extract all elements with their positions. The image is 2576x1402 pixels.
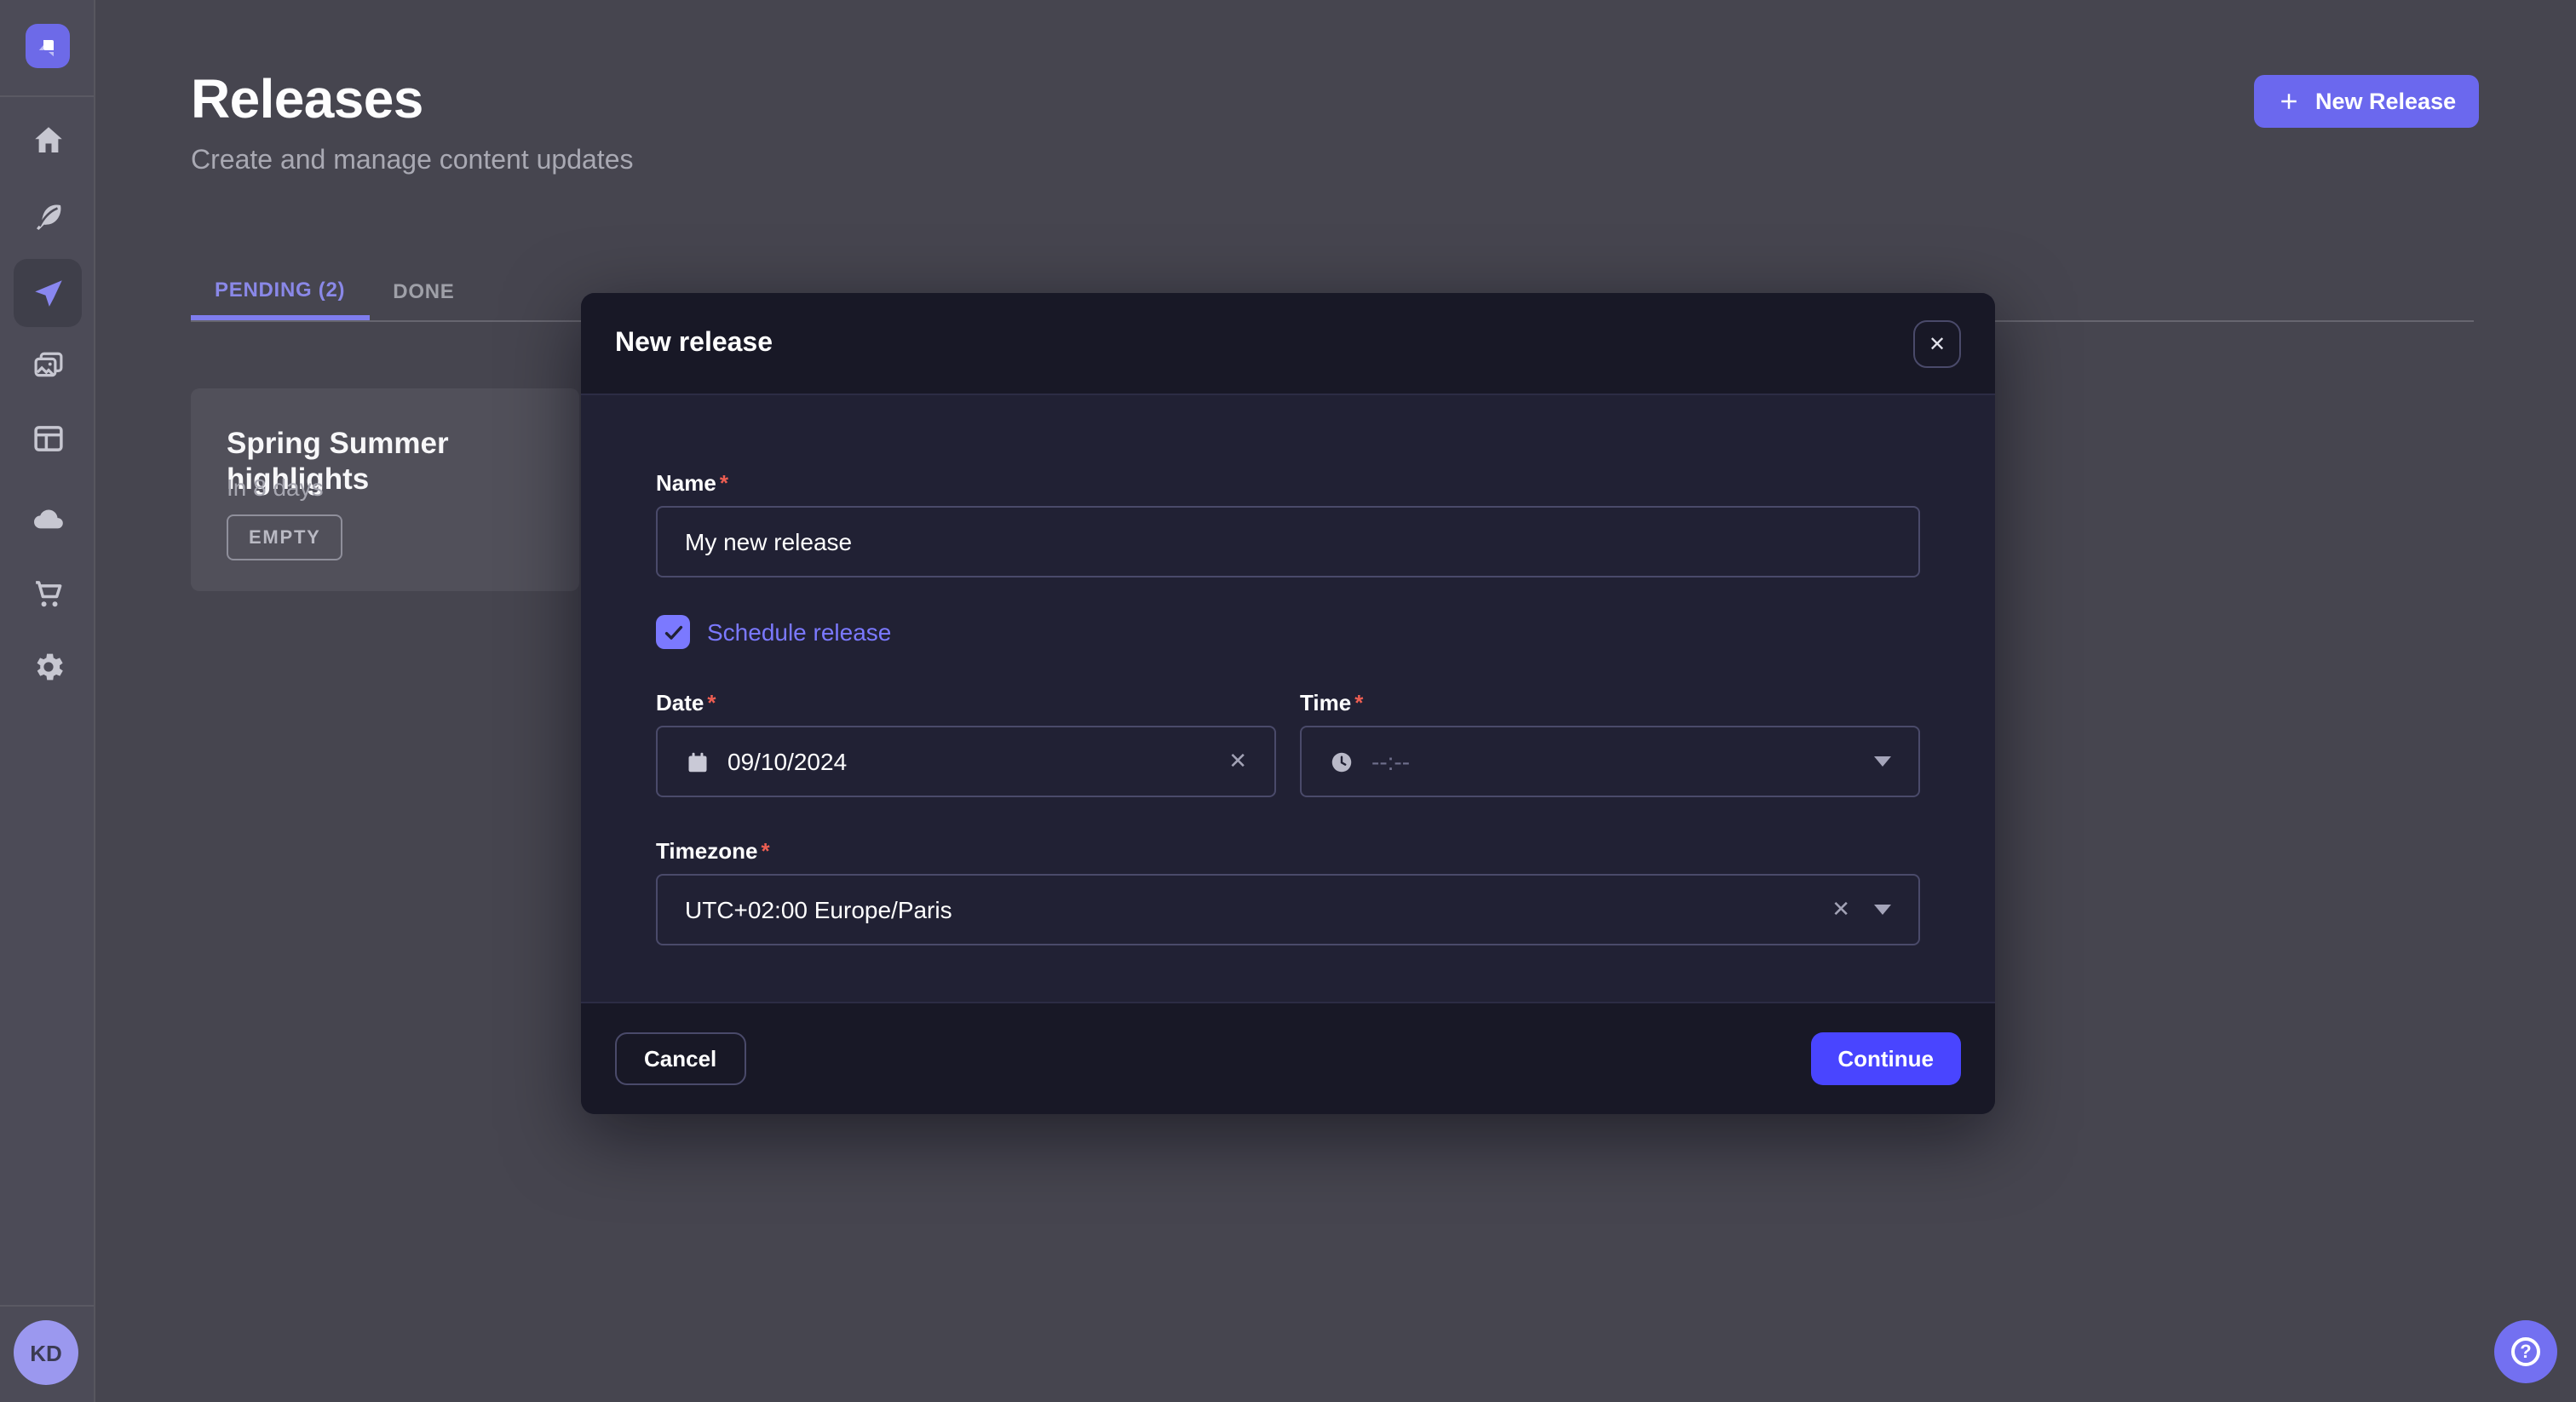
sidebar-item-home[interactable] [14, 106, 82, 174]
name-field-group: Name* [656, 470, 1920, 577]
date-value: 09/10/2024 [727, 748, 847, 775]
modal-footer: Cancel Continue [581, 1002, 1995, 1114]
required-marker: * [1354, 690, 1363, 715]
required-marker: * [707, 690, 716, 715]
new-release-button[interactable]: New Release [2254, 75, 2478, 128]
tabs: PENDING (2) DONE [191, 262, 479, 320]
new-release-button-label: New Release [2315, 89, 2456, 114]
release-card-badge: EMPTY [227, 514, 343, 560]
cart-icon [30, 575, 66, 611]
paper-plane-icon [30, 275, 66, 311]
date-input[interactable]: 09/10/2024 ✕ [656, 726, 1276, 797]
cloud-icon [30, 500, 66, 536]
question-mark-icon: ? [2511, 1337, 2540, 1366]
sidebar-divider-bottom [0, 1305, 94, 1307]
required-marker: * [720, 470, 728, 496]
checkmark-icon [662, 621, 684, 643]
timezone-value: UTC+02:00 Europe/Paris [685, 896, 952, 923]
date-label: Date* [656, 690, 1276, 715]
time-placeholder: --:-- [1371, 748, 1410, 775]
date-clear-icon[interactable]: ✕ [1228, 748, 1247, 775]
schedule-release-checkbox[interactable] [656, 615, 690, 649]
timezone-select[interactable]: UTC+02:00 Europe/Paris ✕ [656, 874, 1920, 945]
plus-icon [2276, 89, 2302, 114]
timezone-label-text: Timezone [656, 838, 757, 864]
release-card-meta: In 8 days [227, 474, 324, 501]
schedule-release-label[interactable]: Schedule release [707, 618, 891, 646]
date-label-text: Date [656, 690, 704, 715]
app-logo[interactable] [26, 24, 70, 68]
timezone-input-end: ✕ [1831, 896, 1891, 923]
time-label-text: Time [1300, 690, 1351, 715]
home-icon [30, 122, 66, 158]
sidebar-item-media-library[interactable] [14, 332, 82, 400]
tab-done[interactable]: DONE [369, 262, 478, 320]
time-input[interactable]: --:-- [1300, 726, 1920, 797]
gear-icon [30, 648, 66, 684]
name-label: Name* [656, 470, 1920, 496]
strapi-logo-icon [34, 32, 61, 60]
schedule-release-row: Schedule release [656, 615, 1920, 649]
tab-pending[interactable]: PENDING (2) [191, 262, 369, 320]
release-card[interactable]: Spring Summer highlights In 8 days EMPTY [191, 388, 579, 591]
layout-icon [30, 420, 66, 456]
required-marker: * [761, 838, 769, 864]
timezone-label: Timezone* [656, 838, 1920, 864]
avatar[interactable]: KD [14, 1320, 78, 1385]
close-icon: ✕ [1929, 331, 1946, 355]
clock-icon [1329, 749, 1354, 774]
sidebar-item-settings[interactable] [14, 632, 82, 700]
modal-header: New release ✕ [581, 293, 1995, 395]
chevron-down-icon[interactable] [1874, 756, 1891, 767]
continue-button[interactable]: Continue [1810, 1032, 1961, 1085]
sidebar-item-cloud[interactable] [14, 484, 82, 552]
name-input[interactable] [656, 506, 1920, 577]
images-icon [30, 348, 66, 384]
help-button[interactable]: ? [2494, 1320, 2557, 1383]
modal-body: Name* Schedule release Date* [581, 395, 1995, 945]
time-label: Time* [1300, 690, 1920, 715]
sidebar-item-marketplace[interactable] [14, 559, 82, 627]
timezone-field-group: Timezone* UTC+02:00 Europe/Paris ✕ [656, 838, 1920, 945]
feather-icon [30, 198, 66, 234]
sidebar-item-content-type-builder[interactable] [14, 404, 82, 472]
chevron-down-icon[interactable] [1874, 905, 1891, 915]
sidebar-item-releases[interactable] [14, 259, 82, 327]
timezone-clear-icon[interactable]: ✕ [1831, 896, 1850, 923]
date-field-group: Date* 09/10/2024 ✕ [656, 690, 1276, 797]
sidebar-item-content-manager[interactable] [14, 182, 82, 250]
sidebar: KD [0, 0, 95, 1402]
calendar-icon [685, 749, 710, 774]
app-root: KD Releases Create and manage content up… [0, 0, 2576, 1402]
time-field-group: Time* --:-- [1300, 690, 1920, 797]
page-subtitle: Create and manage content updates [191, 147, 634, 177]
time-input-end [1874, 756, 1891, 767]
cancel-button[interactable]: Cancel [615, 1032, 745, 1085]
new-release-modal: New release ✕ Name* Schedule release [581, 293, 1995, 1114]
name-label-text: Name [656, 470, 716, 496]
date-time-row: Date* 09/10/2024 ✕ Time* [656, 690, 1920, 797]
page-title: Releases [191, 68, 423, 131]
modal-close-button[interactable]: ✕ [1913, 319, 1961, 367]
sidebar-divider [0, 95, 94, 97]
modal-title: New release [615, 328, 773, 359]
